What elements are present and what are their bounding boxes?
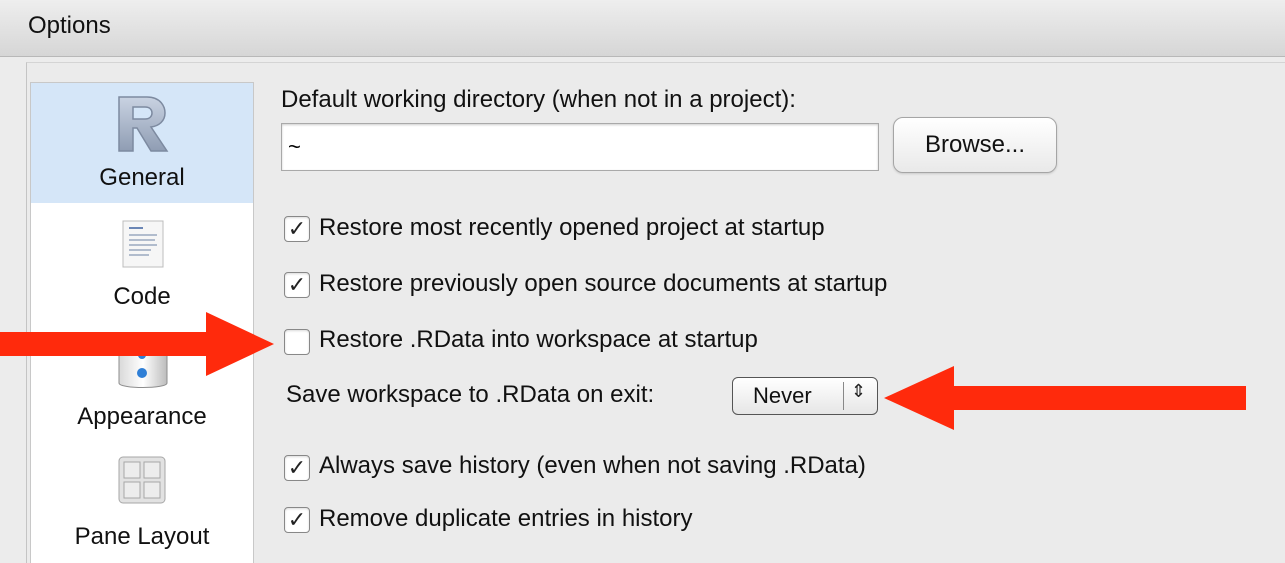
- always-save-history-label: Always save history (even when not savin…: [319, 452, 866, 479]
- annotation-arrow-right-icon: [884, 366, 1246, 430]
- save-workspace-value: Never: [753, 383, 812, 408]
- sidebar-item-label: Pane Layout: [74, 523, 210, 550]
- save-workspace-select[interactable]: Never ⇕: [732, 377, 878, 415]
- restore-source-docs-label: Restore previously open source documents…: [319, 270, 888, 297]
- restore-rdata-checkbox[interactable]: [284, 329, 310, 355]
- browse-button[interactable]: Browse...: [893, 117, 1057, 173]
- sidebar-item-label: Code: [113, 283, 171, 310]
- sidebar-item-pane-layout[interactable]: Pane Layout: [31, 439, 253, 563]
- window-title: Options: [28, 12, 111, 39]
- remove-duplicates-checkbox[interactable]: ✓: [284, 507, 310, 533]
- annotation-arrow-left-icon: [0, 312, 274, 376]
- arrow-shape: [0, 312, 274, 376]
- restore-rdata-label: Restore .RData into workspace at startup: [319, 326, 758, 353]
- select-divider: [843, 382, 844, 410]
- remove-duplicates-label: Remove duplicate entries in history: [319, 505, 693, 532]
- working-directory-input[interactable]: [281, 123, 879, 171]
- sidebar-item-label: Appearance: [77, 403, 207, 430]
- arrow-shape: [884, 366, 1246, 430]
- r-logo-icon: [118, 96, 169, 152]
- code-document-icon: [122, 220, 164, 268]
- sidebar-item-label: General: [99, 164, 185, 191]
- restore-source-docs-checkbox[interactable]: ✓: [284, 272, 310, 298]
- always-save-history-checkbox[interactable]: ✓: [284, 455, 310, 481]
- pane-layout-icon: [118, 456, 166, 504]
- updown-arrows-icon: ⇕: [851, 381, 867, 401]
- restore-project-checkbox[interactable]: ✓: [284, 216, 310, 242]
- restore-project-label: Restore most recently opened project at …: [319, 214, 825, 241]
- sidebar-item-code[interactable]: Code: [31, 203, 253, 321]
- working-directory-label: Default working directory (when not in a…: [281, 86, 796, 113]
- sidebar-item-general[interactable]: General: [31, 83, 253, 203]
- save-workspace-label: Save workspace to .RData on exit:: [286, 381, 655, 408]
- window-titlebar: Options: [0, 0, 1285, 57]
